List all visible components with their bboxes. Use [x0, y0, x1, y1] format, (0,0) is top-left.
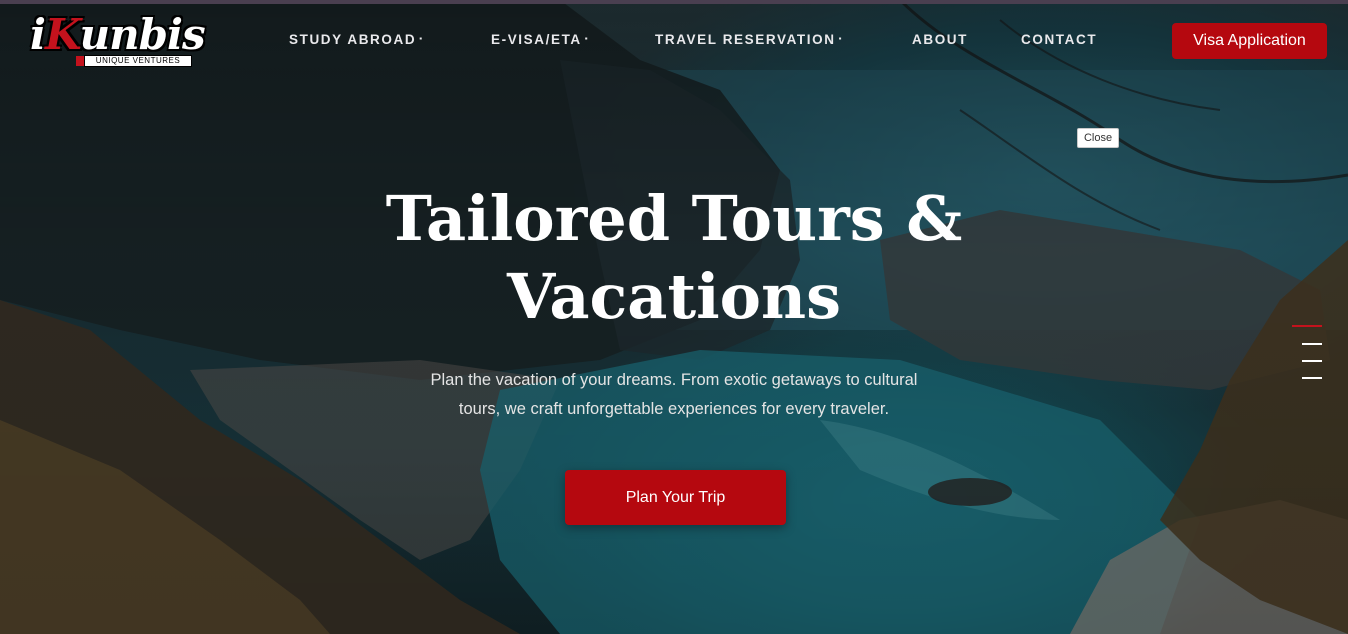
close-tooltip[interactable]: Close	[1077, 128, 1119, 148]
plan-your-trip-button[interactable]: Plan Your Trip	[565, 470, 786, 525]
chevron-down-icon: ▪	[419, 34, 424, 43]
nav-label: E-VISA/ETA	[491, 32, 582, 47]
slide-indicator-1[interactable]	[1292, 325, 1322, 327]
nav-study-abroad[interactable]: STUDY ABROAD ▪	[289, 32, 424, 47]
slide-indicator-2[interactable]	[1302, 343, 1322, 345]
hero-title: Tailored Tours & Vacations	[374, 180, 974, 336]
nav-about[interactable]: ABOUT	[912, 32, 968, 47]
top-strip	[0, 0, 1348, 4]
logo-tagline: UNIQUE VENTURES	[84, 55, 192, 67]
hero-subtitle-line1: Plan the vacation of your dreams. From e…	[430, 371, 918, 389]
chevron-down-icon: ▪	[584, 34, 590, 43]
nav-evisa-eta[interactable]: E-VISA/ETA ▪	[491, 32, 589, 47]
slide-indicator-4[interactable]	[1302, 377, 1322, 379]
hero-subtitle: Plan the vacation of your dreams. From e…	[394, 366, 954, 424]
logo-accent-bar	[76, 56, 84, 66]
chevron-down-icon: ▪	[838, 34, 844, 43]
hero-title-line2: Vacations	[506, 260, 842, 333]
logo-wordmark: iKunbis	[30, 10, 206, 59]
hero-subtitle-line2: tours, we craft unforgettable experience…	[458, 400, 890, 418]
slide-indicator-3[interactable]	[1302, 360, 1322, 362]
visa-application-button[interactable]: Visa Application	[1172, 23, 1327, 59]
nav-label: TRAVEL RESERVATION	[655, 32, 836, 47]
logo-rest: unbis	[79, 10, 206, 59]
nav-contact[interactable]: CONTACT	[1021, 32, 1097, 47]
nav-label: ABOUT	[912, 32, 968, 47]
logo-k: K	[44, 10, 81, 59]
nav-travel-reservation[interactable]: TRAVEL RESERVATION ▪	[655, 32, 843, 47]
slider-indicators	[1290, 325, 1322, 385]
nav-label: STUDY ABROAD	[289, 32, 417, 47]
logo-prefix: i	[30, 10, 46, 59]
brand-logo[interactable]: iKunbis UNIQUE VENTURES	[30, 12, 206, 72]
nav-label: CONTACT	[1021, 32, 1098, 47]
hero-title-line1: Tailored Tours &	[385, 182, 963, 255]
